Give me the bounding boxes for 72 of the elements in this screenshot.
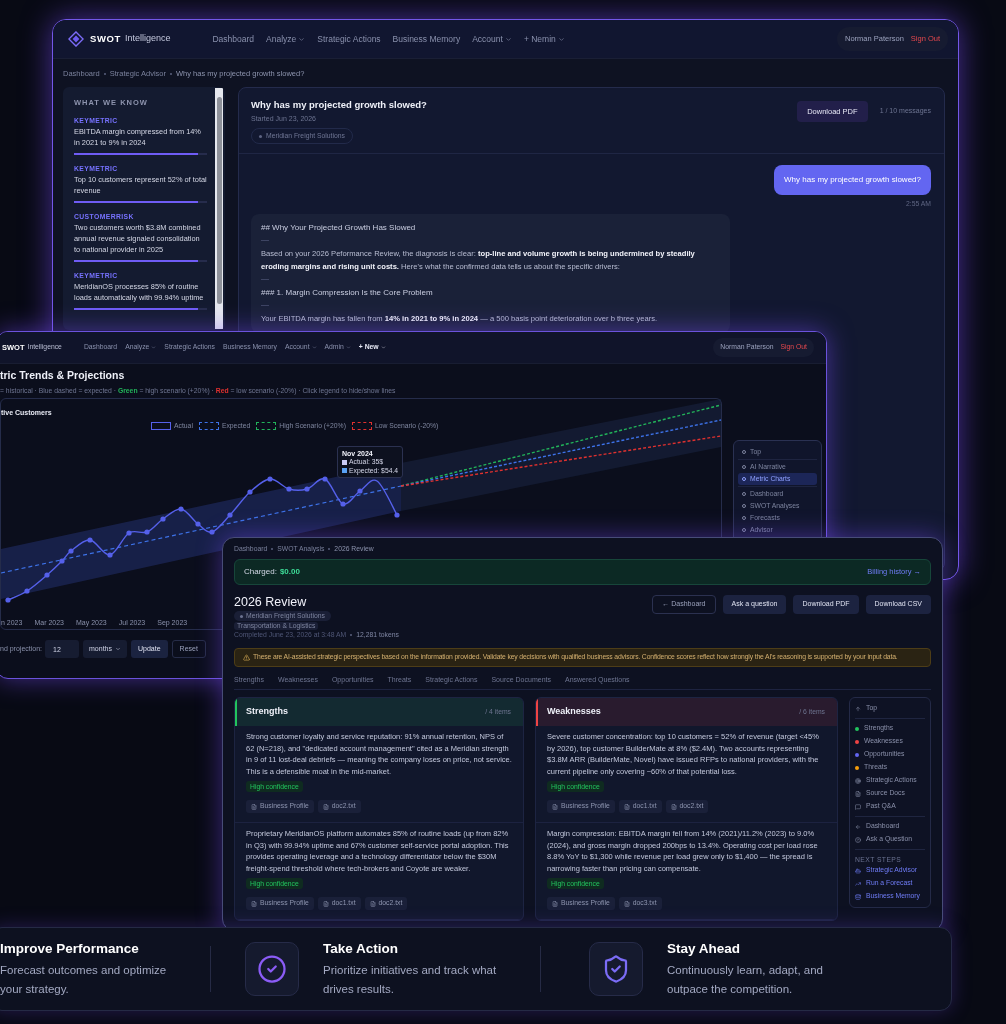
document-icon: [623, 900, 630, 907]
data-point: [126, 530, 132, 536]
nav-link[interactable]: Strategic Actions: [317, 32, 381, 46]
page-title: 2026 Review: [234, 595, 307, 610]
page-title: tric Trends & Projections: [0, 368, 126, 382]
brand-suffix: Intelligence: [124, 32, 171, 46]
arrow-up-icon: [855, 705, 861, 712]
data-point: [357, 488, 363, 494]
document-icon: [670, 803, 677, 810]
data-point: [267, 476, 273, 482]
data-point: [340, 501, 346, 507]
document-icon: [322, 900, 329, 907]
shield-check-icon: [589, 942, 643, 996]
nav-link[interactable]: Dashboard: [212, 32, 255, 46]
document-icon: [552, 803, 558, 810]
user-message: Why has my projected growth slowed?: [774, 165, 931, 195]
data-point: [59, 558, 65, 564]
document-icon: [369, 900, 376, 907]
target-icon: [855, 777, 861, 784]
document-icon: [251, 900, 257, 907]
data-point: [144, 529, 150, 535]
data-point: [195, 521, 201, 527]
arrow-left-icon: [855, 823, 861, 830]
data-point: [24, 588, 30, 594]
feature-title: Improve Performance: [0, 939, 140, 957]
document-icon: [251, 803, 257, 810]
data-point: [5, 597, 11, 603]
document-icon: [623, 803, 630, 810]
document-icon: [322, 803, 329, 810]
charged-amount: $0.00: [279, 566, 300, 578]
bullet-icon: [240, 614, 243, 618]
data-point: [286, 486, 292, 492]
robot-icon: [855, 867, 861, 874]
database-icon: [855, 893, 861, 900]
feature-text: Prioritize initiatives and track what drives results.: [323, 962, 498, 997]
scrollbar[interactable]: [215, 88, 223, 329]
charged-label: Charged:: [244, 566, 277, 578]
message-heading: ### 1. Margin Compression Is the Core Problem: [261, 287, 434, 299]
brand-name: SWOT: [90, 31, 121, 46]
data-point: [87, 537, 93, 543]
data-point: [44, 572, 50, 578]
data-point: [227, 512, 233, 518]
bullet-icon: [259, 134, 262, 138]
data-point: [68, 548, 74, 554]
nav-link[interactable]: Business Memory: [392, 32, 461, 46]
nav-link[interactable]: + Nemin: [523, 32, 565, 46]
data-point: [160, 516, 166, 522]
document-icon: [552, 900, 558, 907]
data-point: [304, 486, 310, 492]
message-heading: ## Why Your Projected Growth Has Slowed: [261, 222, 417, 234]
data-point: [247, 489, 253, 495]
document-icon: [855, 790, 861, 797]
warning-icon: [243, 654, 250, 661]
feature-title: Take Action: [323, 939, 399, 957]
data-point: [209, 529, 215, 535]
diamond-logo-icon: [68, 31, 84, 47]
nav-link[interactable]: Account: [472, 32, 512, 46]
nav-link[interactable]: Analyze: [266, 32, 306, 46]
data-point: [107, 552, 113, 558]
feature-text: Forecast outcomes and optimize your strategy.: [0, 962, 168, 997]
chevron-down-icon: [115, 646, 122, 652]
card-title: Weaknesses: [547, 705, 601, 719]
trend-up-icon: [855, 880, 861, 887]
conversation-title: Why has my projected growth slowed?: [251, 99, 427, 111]
data-point: [322, 476, 328, 482]
question-circle-icon: [855, 836, 861, 843]
data-point: [178, 506, 184, 512]
card-title: Strengths: [246, 705, 288, 719]
feature-title: Stay Ahead: [667, 939, 742, 957]
chat-bubble-icon: [855, 803, 861, 810]
feature-text: Continuously learn, adapt, and outpace the competition.: [667, 962, 824, 997]
data-point: [394, 512, 400, 518]
